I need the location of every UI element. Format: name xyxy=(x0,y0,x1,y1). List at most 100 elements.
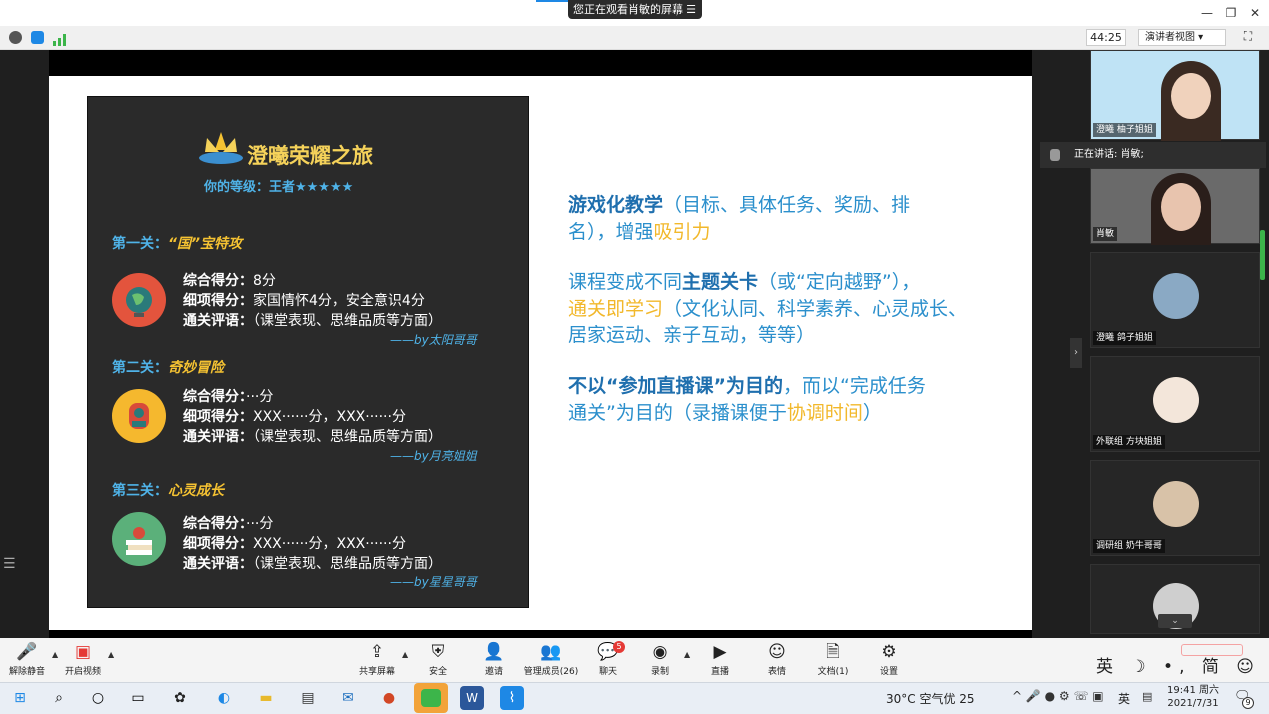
meeting-timer: 44:25 xyxy=(1086,29,1126,46)
mail-icon[interactable]: ✉ xyxy=(336,686,360,710)
search-icon[interactable]: ⌕ xyxy=(47,686,71,710)
participants-scrollbar[interactable] xyxy=(1260,230,1265,280)
share-top-bar xyxy=(49,50,1032,76)
stage-3-title: 第三关：心灵成长 xyxy=(112,480,224,500)
camera-off-icon: ▣ xyxy=(74,642,92,662)
manage-members-button[interactable]: 👥 管理成员(26) xyxy=(521,640,581,677)
stage-3-detail: 细项得分：XXX······分，XXX······分 xyxy=(183,536,406,552)
fullscreen-icon[interactable]: ⛶ xyxy=(1240,29,1256,45)
close-icon[interactable]: ✕ xyxy=(1246,4,1264,22)
stage-3-score: 综合得分：···分 xyxy=(183,516,274,532)
participant-label-2: 肖敏 xyxy=(1093,227,1118,241)
wechat-icon[interactable] xyxy=(414,683,448,713)
tray-icons[interactable]: ^ 🎤 ● ⚙ ☏ ▣ xyxy=(1012,689,1104,703)
video-button[interactable]: ▣ 开启视频 xyxy=(53,640,113,677)
share-banner[interactable]: 您正在观看肖敏的屏幕 ☰ xyxy=(568,0,702,19)
speaking-text: 正在讲话: 肖敏; xyxy=(1074,149,1144,160)
minimize-icon[interactable]: — xyxy=(1198,4,1216,22)
volume-icon[interactable]: ▤ xyxy=(1142,690,1152,703)
banner-menu-icon[interactable]: ☰ xyxy=(686,0,696,19)
clock-date: 2021/7/31 xyxy=(1167,698,1219,709)
shield-icon: ⛨ xyxy=(431,642,445,662)
gear-icon: ⚙ xyxy=(881,642,897,662)
word-icon[interactable]: W xyxy=(460,686,484,710)
stage-1-title: 第一关：“国”宝特攻 xyxy=(112,233,242,253)
documents-label: 文档(1) xyxy=(817,667,849,677)
notification-badge: 9 xyxy=(1242,697,1254,709)
view-mode-dropdown[interactable]: 演讲者视图 ▾ xyxy=(1138,29,1226,46)
stage-1-comment: 通关评语：（课堂表现、思维品质等方面） xyxy=(183,313,442,329)
invite-button[interactable]: 👤 邀请 xyxy=(464,640,524,677)
scroll-down-icon[interactable]: ⌄ xyxy=(1158,614,1192,628)
chat-button[interactable]: 💬 聊天 xyxy=(578,640,638,677)
video-label: 开启视频 xyxy=(64,667,101,677)
windows-start-icon[interactable]: ⊞ xyxy=(8,686,32,710)
point-1-line-2: 名），增强吸引力 xyxy=(568,221,711,243)
ime-toolbar[interactable]: 英 ☽ •, 简 ☺ ⚙ xyxy=(1096,652,1269,677)
record-label: 录制 xyxy=(650,667,669,677)
input-language[interactable]: 英 xyxy=(1118,690,1130,707)
participant-face-1 xyxy=(1171,73,1211,119)
shield-icon[interactable] xyxy=(31,31,44,44)
side-menu-icon[interactable]: ☰ xyxy=(3,556,21,574)
stage-1-name: “国”宝特攻 xyxy=(168,236,243,252)
security-button[interactable]: ⛨ 安全 xyxy=(408,640,468,677)
point-2-line-3: 居家运动、亲子互动，等等） xyxy=(568,324,816,346)
app-icon-1[interactable]: ✿ xyxy=(168,686,192,710)
participant-tile-1[interactable]: 澄曦 柚子姐姐 xyxy=(1090,50,1260,141)
unmute-label: 解除静音 xyxy=(8,667,45,677)
info-icon[interactable] xyxy=(9,31,22,44)
stage-1-score: 综合得分：8分 xyxy=(183,273,276,289)
books-icon xyxy=(112,512,166,566)
system-clock[interactable]: 19:41 周六 2021/7/31 xyxy=(1167,684,1219,710)
chat-label: 聊天 xyxy=(598,667,617,677)
meeting-toolbar xyxy=(0,26,1269,50)
maximize-icon[interactable]: ❐ xyxy=(1222,4,1240,22)
level-text: 你的等级：王者★★★★★ xyxy=(204,180,354,195)
file-explorer-icon[interactable]: ▬ xyxy=(254,686,278,710)
point-2-line-1: 课程变成不同主题关卡（或“定向越野”）， xyxy=(568,271,921,293)
stage-1-prefix: 第一关： xyxy=(112,236,168,252)
reactions-label: 表情 xyxy=(767,667,786,677)
participant-face-2 xyxy=(1161,183,1201,231)
globe-icon xyxy=(112,273,166,327)
meeting-app-icon[interactable]: ⌇ xyxy=(500,686,524,710)
participant-label-1: 澄曦 柚子姐姐 xyxy=(1093,123,1156,137)
powerpoint-icon[interactable]: ● xyxy=(377,686,401,710)
weather-widget[interactable]: 30°C 空气优 25 xyxy=(886,690,975,707)
video-options-caret[interactable]: ▲ xyxy=(108,650,114,659)
participant-tile-4[interactable]: 外联组 方块姐姐 xyxy=(1090,356,1260,452)
live-icon: ▶ xyxy=(713,642,727,662)
documents-button[interactable]: 🗎 文档(1) xyxy=(803,640,863,677)
view-mode-label: 演讲者视图 xyxy=(1145,32,1195,43)
settings-button[interactable]: ⚙ 设置 xyxy=(859,640,919,677)
mic-icon xyxy=(1050,149,1060,161)
record-button[interactable]: ◉ 录制 xyxy=(630,640,690,677)
security-label: 安全 xyxy=(428,667,447,677)
share-screen-label: 共享屏幕 xyxy=(358,667,395,677)
stage-3-comment: 通关评语：（课堂表现、思维品质等方面） xyxy=(183,556,442,572)
stage-2-name: 奇妙冒险 xyxy=(168,360,224,376)
participant-tile-3[interactable]: 澄曦 鸽子姐姐 xyxy=(1090,252,1260,348)
participant-label-3: 澄曦 鸽子姐姐 xyxy=(1093,331,1156,345)
unmute-button[interactable]: 🎤 解除静音 xyxy=(0,640,57,677)
collapse-panel-icon[interactable]: › xyxy=(1070,338,1082,368)
participant-avatar-3 xyxy=(1153,273,1199,319)
stage-3-name: 心灵成长 xyxy=(168,483,224,499)
stage-2-byline: ——by月亮姐姐 xyxy=(390,449,477,463)
signal-icon[interactable] xyxy=(53,31,66,46)
stage-2-title: 第二关：奇妙冒险 xyxy=(112,357,224,377)
cortana-icon[interactable]: ○ xyxy=(86,686,110,710)
record-icon: ◉ xyxy=(652,642,668,662)
participant-tile-5[interactable]: 调研组 奶牛哥哥 xyxy=(1090,460,1260,556)
point-3-line-2: 通关”为目的（录播课便于协调时间） xyxy=(568,402,882,424)
task-view-icon[interactable]: ▭ xyxy=(126,686,150,710)
reactions-button[interactable]: ☺ 表情 xyxy=(747,640,807,677)
stage-1-byline: ——by太阳哥哥 xyxy=(390,333,477,347)
store-icon[interactable]: ▤ xyxy=(296,686,320,710)
participant-tile-2[interactable]: 肖敏 xyxy=(1090,168,1260,245)
share-screen-button[interactable]: ⇪ 共享屏幕 xyxy=(347,640,407,677)
edge-icon[interactable]: ◐ xyxy=(212,686,236,710)
document-icon: 🗎 xyxy=(826,642,840,662)
live-button[interactable]: ▶ 直播 xyxy=(690,640,750,677)
